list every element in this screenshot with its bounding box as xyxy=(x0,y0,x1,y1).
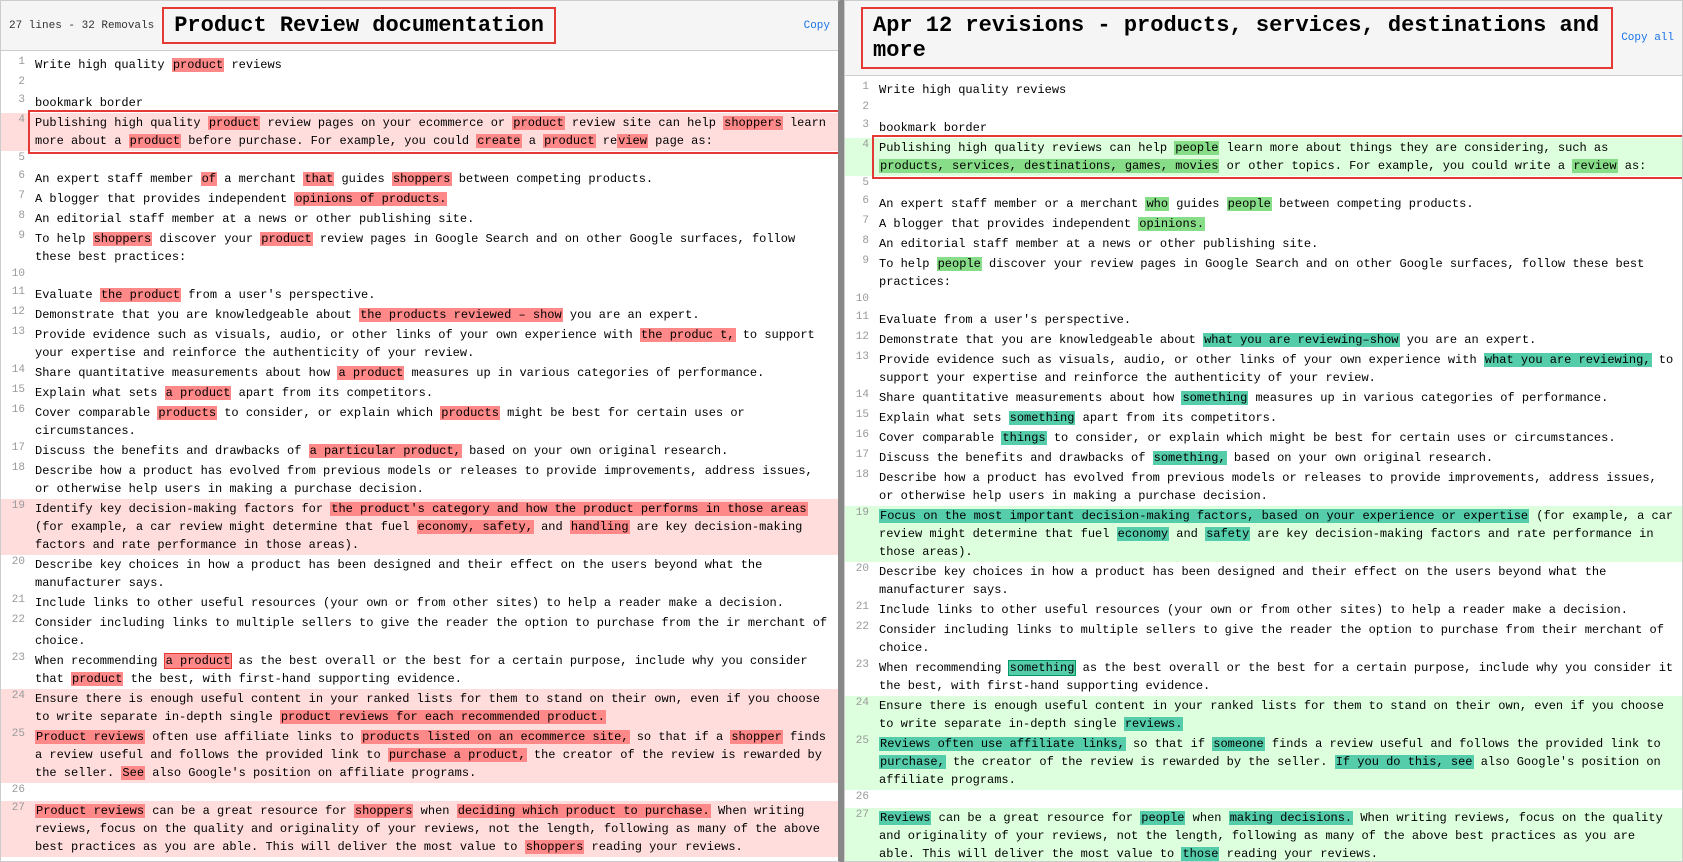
table-row: 9 To help shoppers discover your product… xyxy=(1,229,838,267)
table-row: 18 Describe how a product has evolved fr… xyxy=(845,468,1682,506)
table-row: 3 bookmark border xyxy=(1,93,838,113)
table-row: 11 Evaluate the product from a user's pe… xyxy=(1,285,838,305)
table-row: 6 An expert staff member of a merchant t… xyxy=(1,169,838,189)
table-row: 16 Cover comparable products to consider… xyxy=(1,403,838,441)
table-row: 23 When recommending a product as the be… xyxy=(1,651,838,689)
table-row: 22 Consider including links to multiple … xyxy=(845,620,1682,658)
table-row: 24 Ensure there is enough useful content… xyxy=(845,696,1682,734)
table-row: 17 Discuss the benefits and drawbacks of… xyxy=(1,441,838,461)
right-pane: Apr 12 revisions - products, services, d… xyxy=(844,0,1683,862)
table-row: 27 Reviews can be a great resource for p… xyxy=(845,808,1682,861)
table-row: 15 Explain what sets something apart fro… xyxy=(845,408,1682,428)
highlight: product xyxy=(172,58,224,72)
table-row: 21 Include links to other useful resourc… xyxy=(1,593,838,613)
table-row: 18 Describe how a product has evolved fr… xyxy=(1,461,838,499)
table-row: 4 Publishing high quality reviews can he… xyxy=(845,138,1682,176)
table-row: 5 xyxy=(845,176,1682,194)
table-row: 10 xyxy=(1,267,838,285)
left-pane: 27 lines - 32 Removals Product Review do… xyxy=(0,0,840,862)
table-row: 17 Discuss the benefits and drawbacks of… xyxy=(845,448,1682,468)
table-row: 26 xyxy=(845,790,1682,808)
table-row: 7 A blogger that provides independent op… xyxy=(845,214,1682,234)
table-row: 14 Share quantitative measurements about… xyxy=(1,363,838,383)
table-row: 10 xyxy=(845,292,1682,310)
table-row: 15 Explain what sets a product apart fro… xyxy=(1,383,838,403)
table-row: 24 Ensure there is enough useful content… xyxy=(1,689,838,727)
table-row: 8 An editorial staff member at a news or… xyxy=(1,209,838,229)
diff-viewer: 27 lines - 32 Removals Product Review do… xyxy=(0,0,1683,862)
table-row: 8 An editorial staff member at a news or… xyxy=(845,234,1682,254)
table-row: 13 Provide evidence such as visuals, aud… xyxy=(1,325,838,363)
right-copy-button[interactable]: Copy all xyxy=(1621,32,1674,44)
table-row: 25 Product reviews often use affiliate l… xyxy=(1,727,838,783)
table-row: 5 xyxy=(1,151,838,169)
table-row: 2 xyxy=(1,75,838,93)
table-row: 9 To help people discover your review pa… xyxy=(845,254,1682,292)
table-row: 19 Focus on the most important decision-… xyxy=(845,506,1682,562)
table-row: 25 Reviews often use affiliate links, so… xyxy=(845,734,1682,790)
table-row: 6 An expert staff member or a merchant w… xyxy=(845,194,1682,214)
table-row: 22 Consider including links to multiple … xyxy=(1,613,838,651)
table-row: 20 Describe key choices in how a product… xyxy=(845,562,1682,600)
table-row: 1 Write high quality reviews xyxy=(845,80,1682,100)
table-row: 7 A blogger that provides independent op… xyxy=(1,189,838,209)
table-row: 20 Describe key choices in how a product… xyxy=(1,555,838,593)
left-title: Product Review documentation xyxy=(162,7,556,44)
table-row: 3 bookmark border xyxy=(845,118,1682,138)
table-row: 16 Cover comparable things to consider, … xyxy=(845,428,1682,448)
table-row: 1 Write high quality product reviews xyxy=(1,55,838,75)
table-row: 21 Include links to other useful resourc… xyxy=(845,600,1682,620)
right-title: Apr 12 revisions - products, services, d… xyxy=(861,7,1613,69)
table-row: 23 When recommending something as the be… xyxy=(845,658,1682,696)
table-row: 4 Publishing high quality product review… xyxy=(1,113,838,151)
table-row: 27 Product reviews can be a great resour… xyxy=(1,801,838,857)
table-row: 14 Share quantitative measurements about… xyxy=(845,388,1682,408)
left-header: 27 lines - 32 Removals Product Review do… xyxy=(1,1,838,51)
left-stats: 27 lines - 32 Removals xyxy=(9,20,154,32)
table-row: 11 Evaluate from a user's perspective. xyxy=(845,310,1682,330)
table-row: 2 xyxy=(845,100,1682,118)
left-content: 1 Write high quality product reviews 2 3… xyxy=(1,51,838,861)
right-header: Apr 12 revisions - products, services, d… xyxy=(845,1,1682,76)
table-row: 19 Identify key decision-making factors … xyxy=(1,499,838,555)
table-row: 12 Demonstrate that you are knowledgeabl… xyxy=(845,330,1682,350)
table-row: 13 Provide evidence such as visuals, aud… xyxy=(845,350,1682,388)
left-copy-button[interactable]: Copy xyxy=(804,20,830,32)
table-row: 12 Demonstrate that you are knowledgeabl… xyxy=(1,305,838,325)
right-content: 1 Write high quality reviews 2 3 bookmar… xyxy=(845,76,1682,861)
table-row: 26 xyxy=(1,783,838,801)
